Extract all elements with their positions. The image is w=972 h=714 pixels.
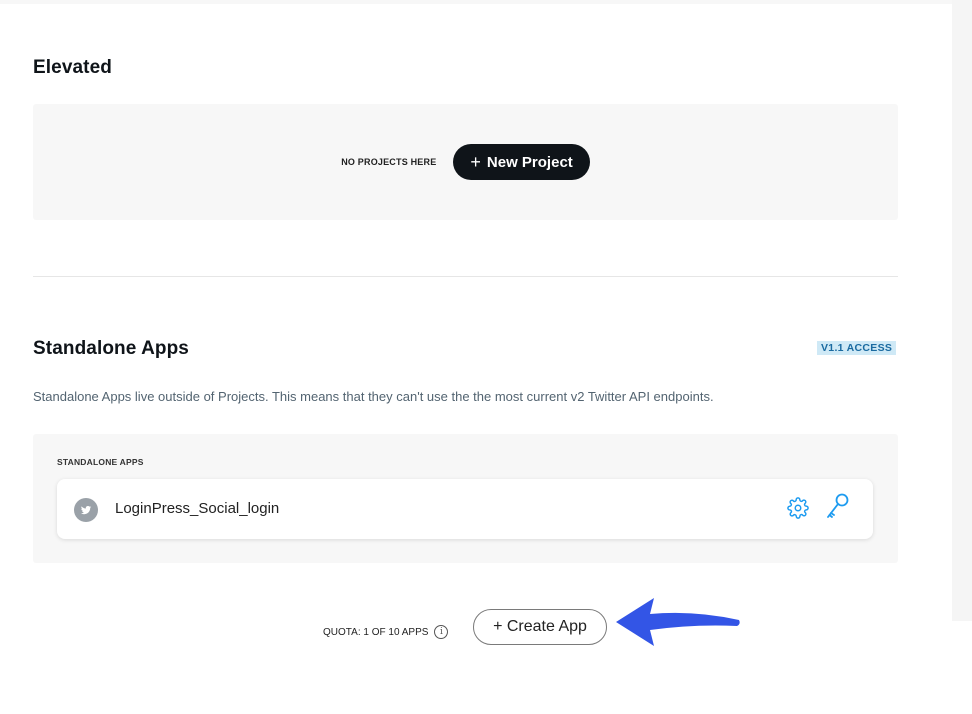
- scrollbar-track[interactable]: [952, 0, 972, 621]
- section-divider: [33, 276, 898, 277]
- elevated-projects-panel: NO PROJECTS HERE + New Project: [33, 104, 898, 220]
- quota-text: QUOTA: 1 OF 10 APPS: [323, 626, 429, 638]
- top-edge: [0, 0, 952, 4]
- annotation-arrow-icon: [616, 598, 740, 646]
- twitter-bird-icon: [74, 498, 98, 522]
- access-badge: V1.1 ACCESS: [817, 341, 897, 355]
- empty-label: NO PROJECTS HERE: [341, 157, 437, 167]
- plus-icon: +: [470, 152, 481, 172]
- elevated-title: Elevated: [33, 57, 112, 78]
- quota-indicator: QUOTA: 1 OF 10 APPS i: [323, 625, 449, 639]
- gear-icon[interactable]: [785, 495, 811, 521]
- empty-state: NO PROJECTS HERE + New Project: [33, 144, 898, 180]
- standalone-apps-panel: STANDALONE APPS LoginPress_Social_login: [33, 434, 898, 563]
- info-icon[interactable]: i: [434, 625, 449, 639]
- standalone-title: Standalone Apps: [33, 338, 189, 359]
- standalone-description: Standalone Apps live outside of Projects…: [33, 389, 714, 404]
- app-name[interactable]: LoginPress_Social_login: [115, 500, 279, 517]
- new-project-label: New Project: [486, 153, 573, 171]
- key-icon[interactable]: [825, 493, 851, 519]
- panel-label: STANDALONE APPS: [57, 457, 144, 467]
- create-app-button[interactable]: + Create App: [473, 609, 607, 645]
- app-card[interactable]: LoginPress_Social_login: [57, 479, 873, 539]
- new-project-button[interactable]: + New Project: [453, 144, 590, 180]
